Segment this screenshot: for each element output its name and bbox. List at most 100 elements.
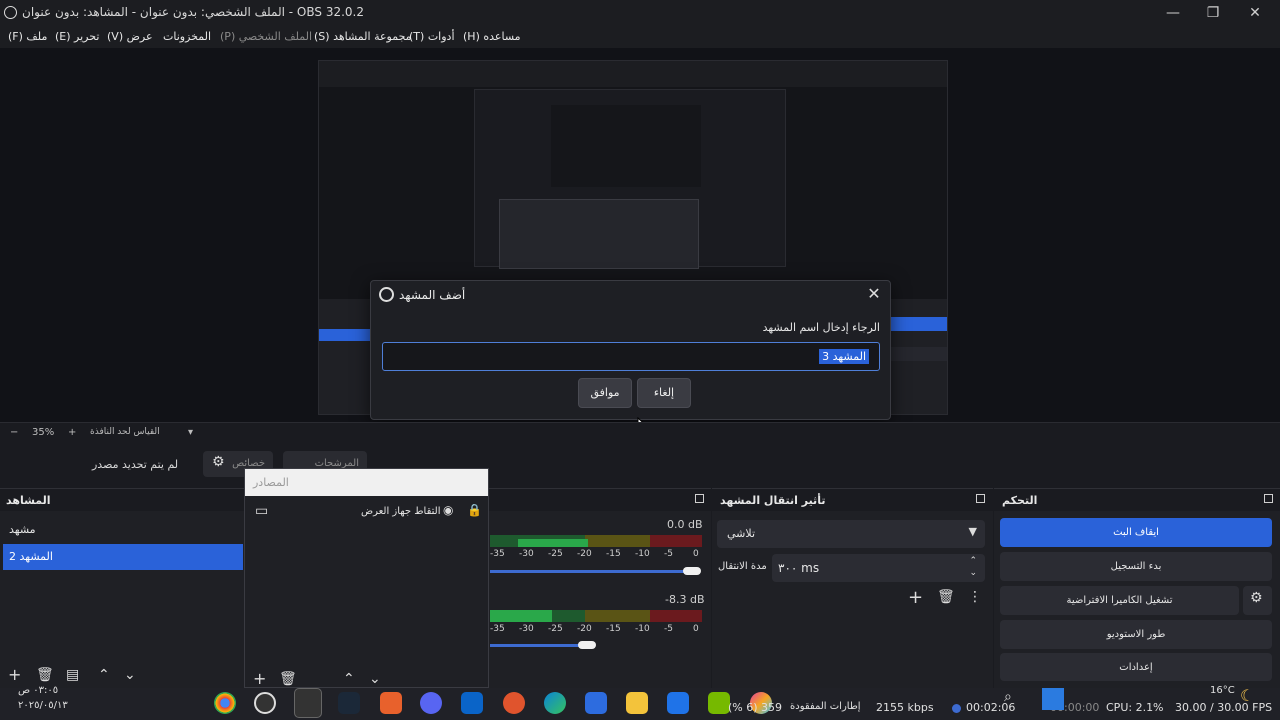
- trash-icon[interactable]: 🗑: [36, 667, 54, 683]
- more-options-icon[interactable]: ⋮: [968, 589, 982, 605]
- fit-window-button[interactable]: القياس لحد النافذة: [90, 427, 160, 437]
- clock-date: ٢٠٢٥/٠٥/١٣: [18, 700, 68, 711]
- close-button[interactable]: ✕: [1246, 4, 1264, 22]
- menu-profile[interactable]: الملف الشخصي (P): [220, 30, 312, 43]
- lock-icon[interactable]: 🔒: [467, 503, 482, 517]
- menu-tools[interactable]: أدوات (T): [409, 30, 455, 43]
- menu-bar: ملف (F) تحرير (E) عرض (V) المخزونات المل…: [0, 26, 1280, 48]
- davinci-icon[interactable]: [503, 692, 525, 714]
- edge-icon[interactable]: [544, 692, 566, 714]
- move-up-icon[interactable]: ⌃: [343, 671, 355, 687]
- window-title: OBS 32.0.2 - الملف الشخصي: بدون عنوان - …: [22, 5, 364, 19]
- steam-icon[interactable]: [338, 692, 360, 714]
- file-explorer-icon[interactable]: [626, 692, 648, 714]
- add-scene-icon[interactable]: +: [8, 665, 21, 684]
- meter-bar-1: [490, 535, 702, 547]
- sources-dock: المصادر ▭ التقاط جهاز العرض ◉ 🔒 + 🗑 ⌃ ⌄: [244, 468, 489, 688]
- nvidia-icon[interactable]: [708, 692, 730, 714]
- scenes-title: المشاهد: [6, 494, 51, 507]
- zoom-bar: − 35% + القياس لحد النافذة ▾: [0, 422, 1280, 442]
- minimize-button[interactable]: —: [1164, 4, 1182, 22]
- menu-help[interactable]: مساعده (H): [463, 30, 521, 43]
- discord-icon[interactable]: [420, 692, 442, 714]
- menu-edit[interactable]: تحرير (E): [55, 30, 99, 43]
- app-icon[interactable]: [667, 692, 689, 714]
- scene-item-selected[interactable]: المشهد 2: [3, 544, 243, 570]
- transitions-dock-header: تأثير انتقال المشهد: [712, 489, 993, 511]
- move-down-icon[interactable]: ⌄: [369, 671, 381, 687]
- meter-tick-label: -25: [548, 624, 563, 634]
- trash-icon[interactable]: 🗑: [279, 671, 297, 687]
- search-icon[interactable]: ⌕: [1004, 689, 1012, 705]
- duration-label: مدة الانتقال: [718, 561, 767, 572]
- sources-dock-header[interactable]: المصادر: [245, 469, 488, 496]
- maximize-button[interactable]: ❐: [1204, 4, 1222, 22]
- menu-scene-collection[interactable]: مجموعة المشاهد (S): [314, 30, 412, 43]
- virtual-camera-button[interactable]: تشغيل الكاميرا الافتراضية: [1000, 586, 1239, 615]
- dialog-close-button[interactable]: ✕: [864, 284, 884, 304]
- meter-tick-label: -30: [519, 549, 534, 559]
- add-scene-dialog: أضف المشهد ✕ الرجاء إدخال اسم المشهد الم…: [370, 280, 891, 420]
- meter-tick-label: -15: [606, 624, 621, 634]
- audio-mixer-dock: 0.0 dB -8.3 dB: [489, 488, 711, 688]
- zoom-in-button[interactable]: +: [68, 427, 76, 438]
- duration-spinbox[interactable]: ٣٠٠ ms ⌃ ⌄: [772, 554, 985, 582]
- spin-arrows-icon[interactable]: ⌃ ⌄: [969, 555, 977, 579]
- move-up-icon[interactable]: ⌃: [98, 667, 110, 683]
- move-down-icon[interactable]: ⌄: [124, 667, 136, 683]
- bitrate: 2155 kbps: [876, 701, 934, 714]
- volume-knob-1[interactable]: [683, 567, 701, 575]
- stream-indicator-icon: [952, 704, 961, 713]
- menu-docks[interactable]: المخزونات: [163, 30, 211, 43]
- meter-bar-2: [490, 610, 702, 622]
- virtual-camera-settings-button[interactable]: ⚙: [1243, 586, 1272, 615]
- chrome-icon[interactable]: [214, 692, 236, 714]
- meter-tick-label: -10: [635, 624, 650, 634]
- mail-icon[interactable]: [461, 692, 483, 714]
- duration-value: ٣٠٠ ms: [778, 561, 820, 575]
- transition-select[interactable]: تلاشي ▼: [717, 520, 985, 548]
- settings-button[interactable]: إعدادات: [1000, 653, 1272, 681]
- meter-tick-label: -35: [490, 624, 505, 634]
- obs-logo-icon: [4, 6, 17, 19]
- eye-icon[interactable]: ◉: [443, 503, 453, 517]
- trash-icon[interactable]: 🗑: [937, 589, 955, 605]
- scene-name-value: المشهد 3: [819, 349, 869, 364]
- undock-icon[interactable]: [695, 494, 704, 503]
- undock-icon[interactable]: [976, 494, 985, 503]
- menu-view[interactable]: عرض (V): [107, 30, 153, 43]
- scene-item[interactable]: مشهد: [3, 517, 241, 543]
- meter-tick-label: -20: [577, 624, 592, 634]
- sources-title: المصادر: [253, 476, 289, 489]
- volume-slider-1[interactable]: [490, 570, 690, 573]
- start-recording-button[interactable]: بدء التسجيل: [1000, 552, 1272, 581]
- volume-knob-2[interactable]: [578, 641, 596, 649]
- store-icon[interactable]: [585, 692, 607, 714]
- cancel-button[interactable]: إلغاء: [637, 378, 691, 408]
- meter-tick-label: -20: [577, 549, 592, 559]
- ok-button[interactable]: موافق: [578, 378, 632, 408]
- meter-level-2: [490, 610, 552, 622]
- add-source-icon[interactable]: +: [253, 669, 266, 688]
- scene-filters-icon[interactable]: ▤: [66, 667, 79, 683]
- obs-taskbar-icon[interactable]: [254, 692, 276, 714]
- add-transition-icon[interactable]: +: [908, 587, 923, 608]
- volume-slider-2[interactable]: [490, 644, 585, 647]
- zoom-out-button[interactable]: −: [10, 427, 18, 438]
- gear-icon: ⚙: [212, 454, 225, 470]
- studio-mode-button[interactable]: طور الاستوديو: [1000, 620, 1272, 649]
- taskbar: ٠٣:٠٥ ص ٢٠٢٥/٠٥/١٣ (% 6) 359 إطارات المف…: [0, 685, 1280, 720]
- meter-tick-label: -5: [664, 549, 673, 559]
- menu-file[interactable]: ملف (F): [8, 30, 47, 43]
- scene-name-input[interactable]: المشهد 3: [382, 342, 880, 371]
- cpu-usage: CPU: 2.1%: [1106, 701, 1164, 714]
- transitions-title: تأثير انتقال المشهد: [720, 494, 826, 507]
- source-item[interactable]: ▭ التقاط جهاز العرض ◉ 🔒: [249, 501, 484, 525]
- zoom-dropdown-chevron-icon[interactable]: ▾: [188, 427, 193, 438]
- windows-start-icon[interactable]: [1042, 688, 1064, 710]
- stop-streaming-button[interactable]: ايقاف البث: [1000, 518, 1272, 547]
- blender-icon[interactable]: [380, 692, 402, 714]
- undock-icon[interactable]: [1264, 494, 1273, 503]
- weather-temp: 16°C: [1210, 685, 1235, 696]
- epic-games-icon[interactable]: [294, 688, 322, 718]
